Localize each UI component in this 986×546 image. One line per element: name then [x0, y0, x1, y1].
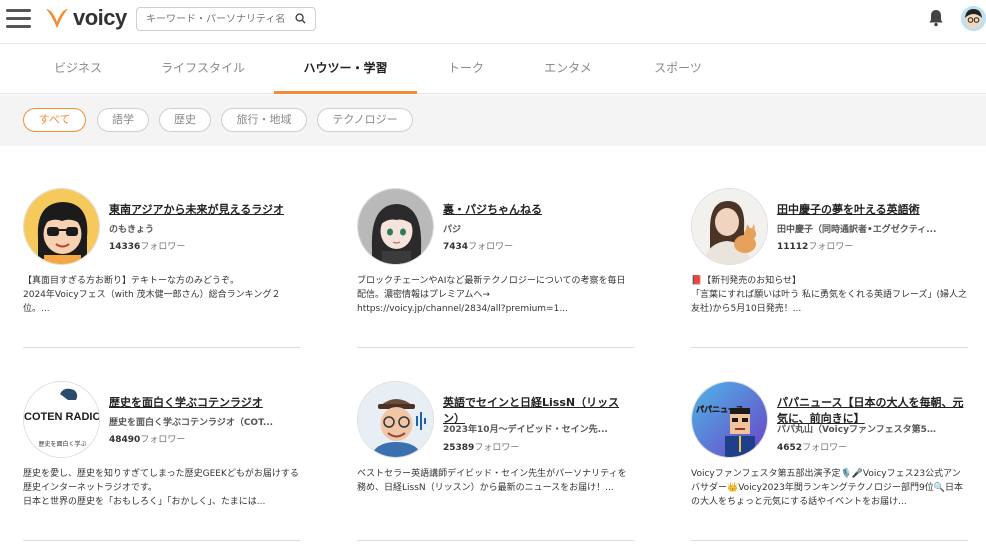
coten-logo-subtext: 歴史を面白く学ぶ	[38, 440, 86, 448]
voicy-logo-mark	[46, 9, 68, 28]
follower-number: 25389	[443, 443, 475, 453]
channel-description: ブロックチェーンやAIなど最新テクノロジーについての考察を毎日配信。濃密情報はプ…	[357, 276, 626, 314]
follower-suffix: フォロワー	[140, 435, 186, 445]
follower-count: 48490フォロワー	[109, 432, 185, 445]
follower-suffix: フォロワー	[140, 242, 186, 252]
channel-avatar[interactable]	[691, 188, 768, 265]
follower-count: 25389フォロワー	[443, 440, 519, 453]
follower-suffix: フォロワー	[474, 443, 520, 453]
channel-owner: パジ	[443, 225, 462, 235]
channel-owner: のもきょう	[109, 225, 155, 235]
follower-number: 7434	[443, 242, 469, 252]
follower-count: 14336フォロワー	[109, 239, 185, 252]
top-bar: voicy	[0, 0, 986, 44]
follower-count: 4652フォロワー	[777, 440, 847, 453]
follower-suffix: フォロワー	[802, 443, 848, 453]
channel-avatar[interactable]	[23, 188, 100, 265]
channel-card[interactable]: COTEN RADIO 歴史を面白く学ぶ 歴史を面白く学ぶコテンラジオ 歴史を面…	[23, 381, 300, 541]
channel-avatar[interactable]	[357, 188, 434, 265]
channel-owner: 田中慶子（同時通訳者•エグゼクティ...	[777, 225, 937, 235]
channel-description: 歴史を愛し、歴史を知りすぎてしまった歴史GEEKどもがお届けする歴史インターネッ…	[23, 469, 299, 507]
channel-title[interactable]: 裏・パジちゃんねる	[443, 202, 634, 218]
channel-title[interactable]: 田中慶子の夢を叶える英語術	[777, 202, 968, 218]
follower-suffix: フォロワー	[468, 242, 514, 252]
channel-owner: 2023年10月～デイビッド・セイン先...	[443, 425, 608, 435]
notification-bell-icon[interactable]	[928, 9, 944, 27]
voicy-logo[interactable]: voicy	[44, 4, 127, 32]
channel-avatar[interactable]: COTEN RADIO 歴史を面白く学ぶ	[23, 381, 100, 458]
follower-number: 14336	[109, 242, 141, 252]
menu-icon[interactable]	[6, 9, 31, 29]
follower-count: 7434フォロワー	[443, 239, 513, 252]
channel-description: 📕【新刊発売のお知らせ】 「言葉にすれば願いは叶う 私に勇気をくれる英語フレーズ…	[691, 276, 968, 314]
filter-chip-language[interactable]: 語学	[97, 108, 149, 132]
tab-talk[interactable]: トーク	[434, 45, 498, 94]
follower-number: 4652	[777, 443, 803, 453]
search-input[interactable]	[146, 13, 296, 25]
follower-suffix: フォロワー	[808, 242, 854, 252]
filter-bar: すべて 語学 歴史 旅行・地域 テクノロジー	[0, 95, 986, 146]
channel-card[interactable]: パパニュース パパニュース【日本の大人を毎朝、元気に、前向きに】 パパ丸山（Vo…	[691, 381, 968, 541]
tab-lifestyle[interactable]: ライフスタイル	[150, 45, 256, 94]
follower-number: 11112	[777, 242, 809, 252]
filter-chip-all[interactable]: すべて	[23, 108, 86, 132]
filter-chip-technology[interactable]: テクノロジー	[317, 108, 413, 132]
channel-title[interactable]: 東南アジアから未来が見えるラジオ	[109, 202, 300, 218]
search-box[interactable]	[136, 7, 316, 31]
tab-entertainment[interactable]: エンタメ	[530, 45, 606, 94]
filter-chip-history[interactable]: 歴史	[159, 108, 211, 132]
filter-chip-travel-region[interactable]: 旅行・地域	[221, 108, 307, 132]
channel-card[interactable]: 田中慶子の夢を叶える英語術 田中慶子（同時通訳者•エグゼクティ... 11112…	[691, 188, 968, 348]
channel-avatar[interactable]: パパニュース	[691, 381, 768, 458]
channel-description: Voicyファンフェスタ第五部出演予定🎙️🎤Voicyフェス23公式アンバサダー…	[691, 469, 963, 507]
channel-card[interactable]: 東南アジアから未来が見えるラジオ のもきょう 14336フォロワー 【真面目すぎ…	[23, 188, 300, 348]
tab-sports[interactable]: スポーツ	[640, 45, 716, 94]
coten-logo-text: COTEN RADIO	[24, 411, 100, 423]
channel-owner: 歴史を面白く学ぶコテンラジオ（COT...	[109, 418, 274, 428]
search-icon[interactable]	[295, 13, 306, 24]
category-tabs: ビジネス ライフスタイル ハウツー・学習 トーク エンタメ スポーツ	[0, 45, 986, 94]
channel-card[interactable]: 英語でセインと日経LissN（リッスン） 2023年10月～デイビッド・セイン先…	[357, 381, 634, 541]
channel-avatar[interactable]	[357, 381, 434, 458]
follower-count: 11112フォロワー	[777, 239, 853, 252]
follower-number: 48490	[109, 435, 141, 445]
channel-owner: パパ丸山（Voicyファンフェスタ第5部...	[777, 425, 942, 435]
tab-howto-learning[interactable]: ハウツー・学習	[274, 45, 417, 94]
logo-text: voicy	[73, 5, 127, 30]
user-avatar[interactable]	[961, 6, 986, 31]
channel-card[interactable]: 裏・パジちゃんねる パジ 7434フォロワー ブロックチェーンやAIなど最新テク…	[357, 188, 634, 348]
channel-description: 【真面目すぎる方お断り】テキトーな方のみどうぞ。 2024年Voicyフェス（w…	[23, 276, 281, 314]
channel-title[interactable]: 歴史を面白く学ぶコテンラジオ	[109, 395, 300, 411]
tab-business[interactable]: ビジネス	[40, 45, 116, 94]
channel-description: ベストセラー英語講師デイビッド・セイン先生がパーソナリティを務め、日経LissN…	[357, 469, 627, 493]
